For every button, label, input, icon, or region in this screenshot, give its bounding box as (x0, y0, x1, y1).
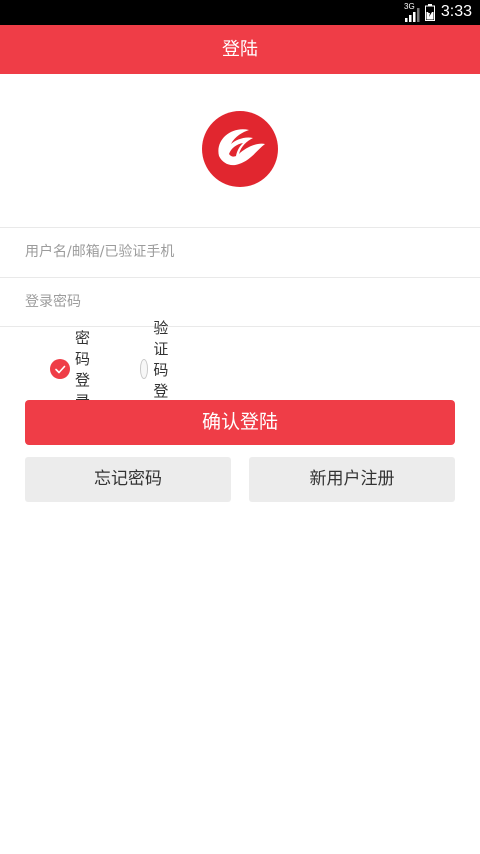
status-bar: 3G 3:33 (0, 0, 480, 25)
divider-bottom (0, 326, 480, 327)
radio-password-login[interactable]: 密码登录 (50, 329, 90, 410)
confirm-login-button[interactable]: 确认登陆 (25, 400, 455, 445)
radio-password-login-label: 密码登录 (75, 329, 91, 410)
checkmark-icon (55, 365, 66, 374)
app-logo-icon (202, 111, 278, 187)
username-field-row (0, 228, 480, 276)
password-field-row (0, 278, 480, 326)
signal-icon (405, 8, 420, 22)
radio-code-login[interactable]: 验证码登录 (140, 319, 180, 421)
radio-unchecked-indicator (140, 359, 149, 379)
username-input[interactable] (25, 228, 455, 276)
radio-checked-indicator (50, 359, 70, 379)
register-button[interactable]: 新用户注册 (249, 457, 455, 502)
password-input[interactable] (25, 278, 455, 326)
battery-icon (425, 4, 435, 21)
page-title: 登陆 (0, 25, 480, 74)
forgot-password-button[interactable]: 忘记密码 (25, 457, 231, 502)
status-time: 3:33 (440, 3, 472, 20)
